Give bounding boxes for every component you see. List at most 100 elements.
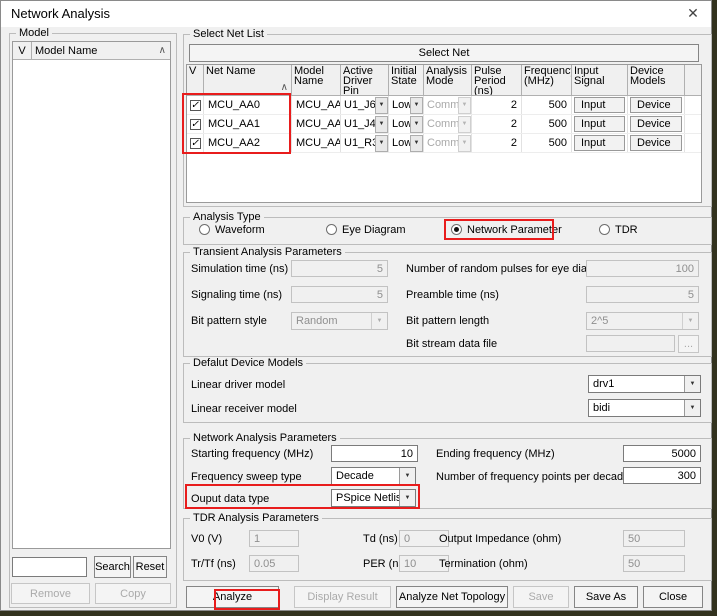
save-as-button[interactable]: Save As [574, 586, 638, 608]
initial-state-select[interactable]: Low▼ [389, 135, 423, 152]
initial-state-select[interactable]: Low▼ [389, 97, 423, 114]
radio-eye-diagram[interactable] [326, 224, 337, 235]
close-icon[interactable]: ✕ [684, 5, 702, 23]
col-header-model-name[interactable]: Model Name [292, 65, 341, 95]
analysis-type-group-label: Analysis Type [190, 211, 264, 223]
active-driver-pin-select[interactable]: U1_R3▼ [341, 135, 388, 152]
active-driver-pin-select[interactable]: U1_J4▼ [341, 116, 388, 133]
ending-frequency-field[interactable]: 5000 [623, 445, 701, 462]
radio-network-parameter[interactable] [451, 224, 462, 235]
linear-driver-model-select[interactable]: drv1▼ [588, 375, 701, 393]
check-icon: ✓ [191, 119, 199, 130]
bit-pattern-style-value: Random [292, 313, 371, 329]
close-button[interactable]: Close [643, 586, 703, 608]
chevron-down-icon[interactable]: ▼ [375, 116, 388, 133]
preamble-time-field: 5 [586, 286, 699, 303]
analyze-button[interactable]: Analyze [186, 586, 279, 608]
reset-button[interactable]: Reset [133, 556, 167, 578]
search-button[interactable]: Search [94, 556, 131, 578]
chevron-down-icon[interactable]: ▼ [399, 490, 415, 506]
output-data-type-select[interactable]: PSpice Netlist▼ [331, 489, 416, 507]
chevron-down-icon[interactable]: ▼ [684, 400, 700, 416]
frequency-sweep-type-label: Frequency sweep type [191, 471, 302, 483]
analysis-mode-select: Commo▼ [424, 135, 471, 152]
net-table: V Net Name ∧ Model Name Active Driver Pi… [186, 64, 702, 203]
model-name-header-label: Model Name [35, 45, 97, 57]
input-signal-button[interactable]: Input [574, 116, 625, 132]
points-per-decade-field[interactable]: 300 [623, 467, 701, 484]
model-group-label: Model [16, 27, 52, 39]
analysis-mode-value: Commo [424, 97, 458, 114]
radio-tdr[interactable] [599, 224, 610, 235]
model-name-column-header[interactable]: Model Name ∧ [32, 42, 170, 59]
initial-state-select[interactable]: Low▼ [389, 116, 423, 133]
radio-tdr-label: TDR [615, 224, 638, 236]
net-row[interactable]: ✓ MCU_AA0 MCU_AA0 U1_J6▼ Low▼ Commo▼ 2 5… [187, 96, 701, 115]
model-list-header: V Model Name ∧ [13, 42, 170, 60]
chevron-down-icon: ▼ [682, 313, 698, 329]
radio-eye-diagram-label: Eye Diagram [342, 224, 406, 236]
net-row[interactable]: ✓ MCU_AA1 MCU_AA1 U1_J4▼ Low▼ Commo▼ 2 5… [187, 115, 701, 134]
select-net-button[interactable]: Select Net [189, 44, 699, 62]
model-check-column-header[interactable]: V [13, 42, 32, 59]
chevron-down-icon[interactable]: ▼ [410, 116, 423, 133]
col-header-device-models[interactable]: Device Models [628, 65, 685, 95]
chevron-down-icon: ▼ [458, 135, 471, 152]
signaling-time-field: 5 [291, 286, 388, 303]
net-name-cell: MCU_AA1 [204, 115, 292, 133]
linear-driver-model-label: Linear driver model [191, 379, 285, 391]
radio-waveform[interactable] [199, 224, 210, 235]
active-driver-pin-select[interactable]: U1_J6▼ [341, 97, 388, 114]
net-checkbox[interactable]: ✓ [190, 119, 201, 130]
starting-frequency-field[interactable]: 10 [331, 445, 418, 462]
output-data-type-label: Ouput data type [191, 493, 269, 505]
net-checkbox[interactable]: ✓ [190, 138, 201, 149]
chevron-down-icon[interactable]: ▼ [399, 468, 415, 484]
input-signal-button[interactable]: Input [574, 135, 625, 151]
col-header-pulse-period[interactable]: Pulse Period (ns) [472, 65, 522, 95]
chevron-down-icon[interactable]: ▼ [375, 97, 388, 114]
col-header-input-signal[interactable]: Input Signal [572, 65, 628, 95]
copy-button: Copy [95, 583, 171, 604]
screen: Network Analysis ✕ Model V Model Name ∧ … [0, 0, 717, 616]
frequency-cell: 500 [522, 115, 572, 133]
net-row[interactable]: ✓ MCU_AA2 MCU_AA2 U1_R3▼ Low▼ Commo▼ 2 5… [187, 134, 701, 153]
col-header-frequency[interactable]: Frequency (MHz) [522, 65, 572, 95]
linear-receiver-model-value: bidi [589, 400, 684, 416]
active-driver-pin-value: U1_J6 [341, 97, 375, 114]
col-header-initial-state[interactable]: Initial State [389, 65, 424, 95]
frequency-sweep-type-select[interactable]: Decade▼ [331, 467, 416, 485]
analyze-net-topology-button[interactable]: Analyze Net Topology [396, 586, 508, 608]
chevron-down-icon[interactable]: ▼ [375, 135, 388, 152]
col-header-analysis-mode[interactable]: Analysis Mode [424, 65, 472, 95]
bit-stream-file-field [586, 335, 675, 352]
net-table-header: V Net Name ∧ Model Name Active Driver Pi… [187, 65, 701, 96]
trtf-label: Tr/Tf (ns) [191, 558, 236, 570]
net-checkbox[interactable]: ✓ [190, 100, 201, 111]
save-button: Save [513, 586, 569, 608]
chevron-down-icon: ▼ [458, 116, 471, 133]
radio-waveform-label: Waveform [215, 224, 265, 236]
device-models-button[interactable]: Device [630, 135, 682, 151]
chevron-down-icon[interactable]: ▼ [684, 376, 700, 392]
col-header-net-name[interactable]: Net Name ∧ [204, 65, 292, 95]
device-models-button[interactable]: Device [630, 97, 682, 113]
initial-state-value: Low [389, 135, 410, 152]
bit-pattern-length-select: 2^5▼ [586, 312, 699, 330]
bit-pattern-length-value: 2^5 [587, 313, 682, 329]
col-header-active-driver-pin[interactable]: Active Driver Pin [341, 65, 389, 95]
chevron-down-icon[interactable]: ▼ [410, 135, 423, 152]
active-driver-pin-value: U1_J4 [341, 116, 375, 133]
titlebar: Network Analysis ✕ [1, 1, 711, 27]
linear-receiver-model-select[interactable]: bidi▼ [588, 399, 701, 417]
input-signal-button[interactable]: Input [574, 97, 625, 113]
bit-pattern-length-label: Bit pattern length [406, 315, 489, 327]
frequency-sweep-type-value: Decade [332, 468, 399, 484]
col-header-check[interactable]: V [187, 65, 204, 95]
initial-state-value: Low [389, 116, 410, 133]
device-models-button[interactable]: Device [630, 116, 682, 132]
chevron-down-icon[interactable]: ▼ [410, 97, 423, 114]
signaling-time-label: Signaling time (ns) [191, 289, 282, 301]
model-search-input[interactable] [12, 557, 87, 577]
analysis-mode-select: Commo▼ [424, 97, 471, 114]
